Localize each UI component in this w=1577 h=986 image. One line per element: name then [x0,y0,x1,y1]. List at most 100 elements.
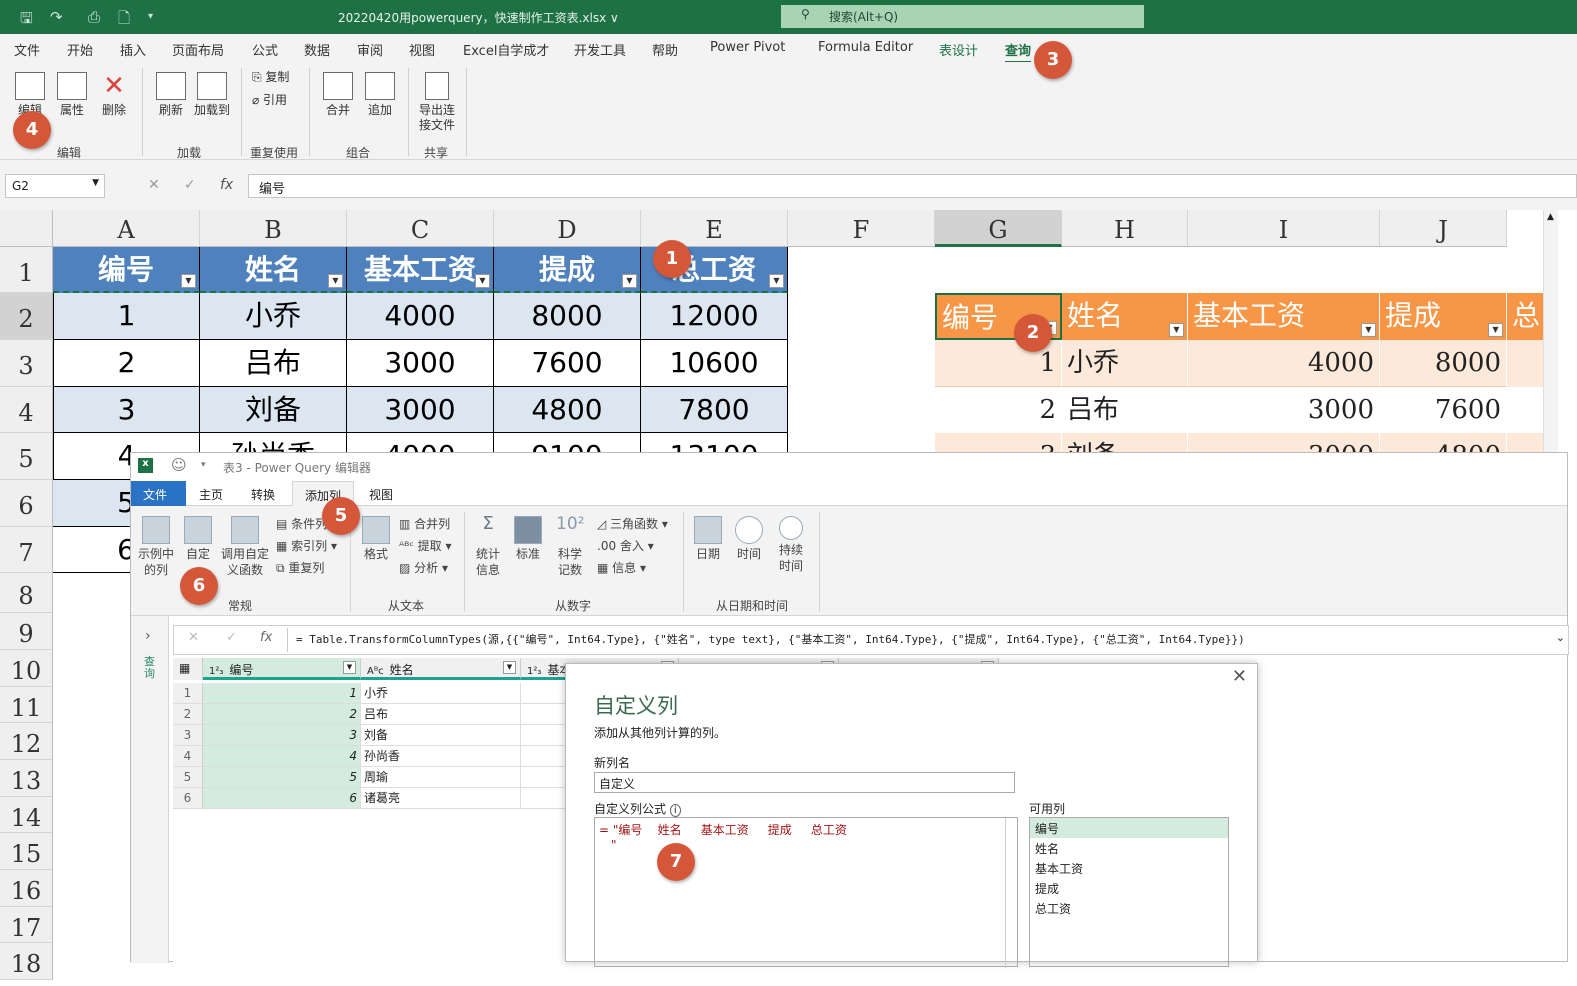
merge-button[interactable]: 合并 [320,72,356,118]
pq-cell[interactable] [521,725,571,746]
pq-cell-id[interactable]: 5 [203,767,361,788]
tab-table-design[interactable]: 表设计 [939,40,978,59]
query-table-cell[interactable]: 7600 [1380,387,1507,434]
query-table-header[interactable]: 总 [1507,293,1545,340]
parse-button[interactable]: ▨ 分析 ▾ [399,559,448,576]
row-header-5[interactable]: 5 [0,433,53,480]
tab-review[interactable]: 审阅 [357,40,383,59]
query-table-cell[interactable]: 2 [935,387,1062,434]
available-column-item[interactable]: 总工资 [1030,898,1228,918]
pq-tab-transform[interactable]: 转换 [239,481,287,506]
tab-developer[interactable]: 开发工具 [574,40,626,59]
pq-cell[interactable] [521,683,571,704]
scientific-button[interactable]: 10² 科学记数 [553,516,587,578]
table-cell[interactable]: 8000 [494,293,641,340]
column-header-F[interactable]: F [788,210,935,247]
duration-button[interactable]: 持续时间 [774,516,808,574]
column-filter-icon[interactable]: ▼ [503,661,516,674]
available-column-item[interactable]: 姓名 [1030,838,1228,858]
column-header-C[interactable]: C [347,210,494,247]
copy-button[interactable]: ⎘ 复制 [252,70,289,85]
append-button[interactable]: 追加 [362,72,398,118]
row-header-8[interactable]: 8 [0,573,53,613]
table-cell[interactable]: 2 [53,340,200,387]
column-type-icon[interactable]: 1²₃ [527,666,541,677]
column-from-examples-button[interactable]: 示例中的列 [136,516,176,578]
filter-dropdown-icon[interactable]: ▼ [622,274,637,288]
table-cell[interactable]: 7800 [641,387,788,433]
pq-cell[interactable] [521,767,571,788]
tab-view[interactable]: 视图 [409,40,435,59]
table-cell[interactable]: 刘备 [200,387,347,433]
tab-file[interactable]: 文件 [14,40,40,59]
row-header-3[interactable]: 3 [0,340,53,387]
pq-tab-view[interactable]: 视图 [357,481,405,506]
row-header-6[interactable]: 6 [0,480,53,527]
row-header-14[interactable]: 14 [0,797,53,833]
row-header-15[interactable]: 15 [0,833,53,870]
row-header-13[interactable]: 13 [0,760,53,797]
extract-button[interactable]: ᴬᴮᶜ 提取 ▾ [399,537,451,554]
row-header-1[interactable]: 1 [0,247,53,293]
query-table-cell[interactable]: 吕布 [1062,387,1188,434]
select-all-corner[interactable] [0,210,53,247]
properties-button[interactable]: 属性 [54,72,90,118]
available-columns-list[interactable]: 编号 姓名 基本工资 提成 总工资 [1029,817,1229,967]
pq-cell-id[interactable]: 6 [203,788,361,809]
column-header-J[interactable]: J [1380,210,1507,247]
tab-help[interactable]: 帮助 [652,40,678,59]
query-table-cell[interactable]: 3000 [1188,387,1380,434]
query-table-header[interactable]: 基本工资 ▼ [1188,293,1380,340]
row-header-2[interactable]: 2 [0,293,53,340]
name-box[interactable]: G2 ▼ [5,174,105,198]
pq-cell-name[interactable]: 刘备 [361,725,521,746]
load-to-button[interactable]: 加载到 [192,72,232,118]
invoke-custom-function-button[interactable]: 调用自定义函数 [219,516,271,578]
pq-cell-name[interactable]: 孙尚香 [361,746,521,767]
tab-formula-editor[interactable]: Formula Editor [818,40,913,55]
redo-icon[interactable]: ↷ [50,8,63,26]
tab-query[interactable]: 查询 [1005,40,1032,64]
row-header-11[interactable]: 11 [0,687,53,723]
row-header-16[interactable]: 16 [0,870,53,907]
merge-columns-button[interactable]: ▥ 合并列 [399,515,450,532]
qat-dropdown-icon[interactable]: ▾ [201,460,206,470]
pq-column-header[interactable]: 1²₃ 编号 ▼ [203,658,361,680]
table-cell[interactable]: 3000 [347,387,494,433]
table-header-cell[interactable]: 编号 ▼ [53,247,200,293]
statistics-button[interactable]: Σ 统计信息 [471,515,505,578]
pq-cell-id[interactable]: 2 [203,704,361,725]
available-column-item[interactable]: 编号 [1030,818,1228,838]
query-table-cell[interactable] [1507,387,1545,434]
cancel-icon[interactable]: ✕ [188,630,199,645]
tab-data[interactable]: 数据 [304,40,330,59]
editor-scrollbar[interactable] [1005,818,1017,968]
table-cell[interactable]: 7600 [494,340,641,387]
table-cell[interactable]: 小乔 [200,293,347,340]
expand-formula-icon[interactable]: ⌄ [1556,631,1565,644]
query-table-cell[interactable]: 4000 [1188,340,1380,387]
filter-dropdown-icon[interactable]: ▼ [328,274,343,288]
table-cell[interactable]: 12000 [641,293,788,340]
table-cell[interactable]: 3 [53,387,200,433]
table-header-cell[interactable]: 提成 ▼ [494,247,641,293]
pq-column-header[interactable]: Aᴮc 姓名 ▼ [361,658,521,680]
table-cell[interactable]: 4800 [494,387,641,433]
row-header-12[interactable]: 12 [0,723,53,760]
tab-power-pivot[interactable]: Power Pivot [710,40,785,55]
formula-input[interactable]: 编号 [248,174,1577,198]
delete-button[interactable]: ✕ 删除 [96,72,132,118]
row-header-7[interactable]: 7 [0,527,53,573]
reference-button[interactable]: ⌀ 引用 [252,93,287,108]
filter-dropdown-icon[interactable]: ▼ [1169,323,1184,337]
pq-cell[interactable] [521,746,571,767]
date-button[interactable]: 日期 [693,516,723,562]
pq-tab-file[interactable]: 文件 [131,481,186,506]
row-header-10[interactable]: 10 [0,650,53,687]
available-column-item[interactable]: 提成 [1030,878,1228,898]
table-cell[interactable]: 1 [53,293,200,340]
pq-cell[interactable] [521,788,571,809]
close-dialog-button[interactable]: ✕ [1232,666,1247,687]
pq-cell-id[interactable]: 1 [203,683,361,704]
table-cell[interactable]: 4000 [347,293,494,340]
